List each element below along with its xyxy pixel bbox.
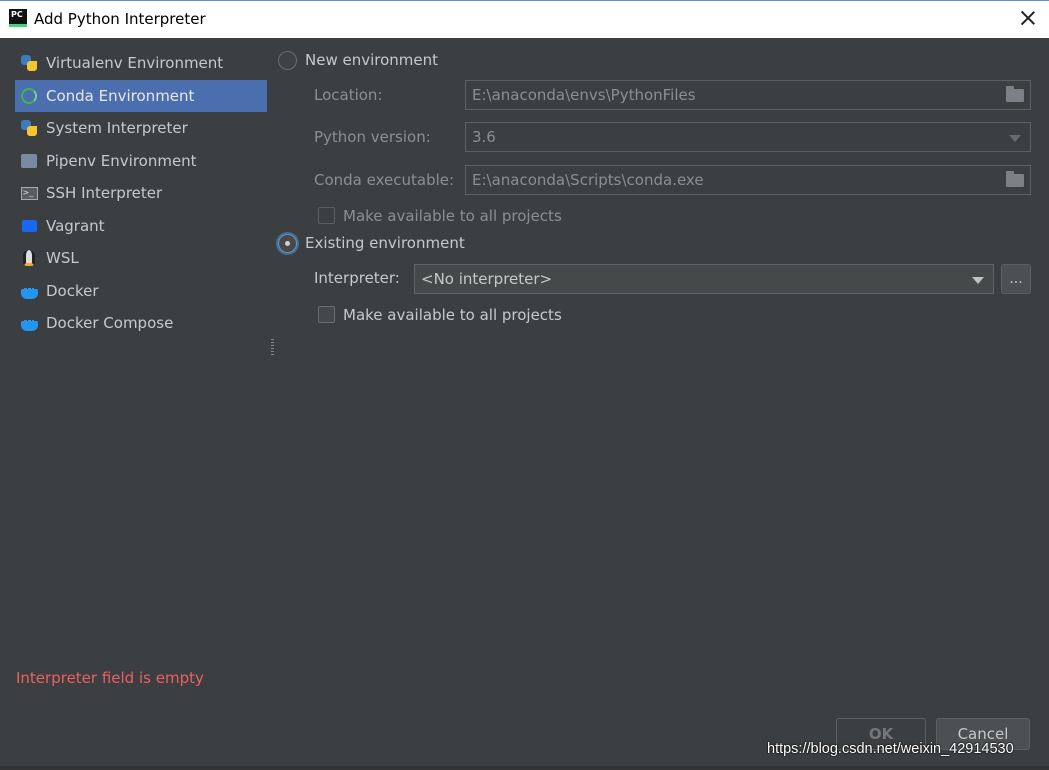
sidebar-item-docker[interactable]: Docker [15,275,267,307]
ssh-icon: >_ [20,184,38,202]
interpreter-value: <No interpreter> [421,270,553,288]
panel-splitter-handle[interactable] [271,339,274,357]
sidebar-item-label: SSH Interpreter [46,184,163,202]
vagrant-icon [20,217,38,235]
existing-env-make-available-checkbox[interactable] [318,306,335,323]
new-env-make-available-label: Make available to all projects [343,207,562,225]
new-environment-radio[interactable] [278,51,297,70]
interpreter-type-list: Virtualenv Environment Conda Environment… [0,39,270,639]
browse-interpreter-button[interactable]: ... [1001,264,1031,294]
title-bar: PC Add Python Interpreter [0,0,1049,38]
sidebar-item-label: Docker [46,282,99,300]
location-value: E:\anaconda\envs\PythonFiles [472,86,696,104]
new-environment-label: New environment [305,51,439,69]
bottom-edge [0,766,1049,770]
conda-executable-label: Conda executable: [314,171,455,189]
python-icon [20,54,38,72]
python-version-label: Python version: [314,128,431,146]
sidebar-item-ssh[interactable]: >_ SSH Interpreter [15,177,267,209]
sidebar-item-label: Vagrant [46,217,105,235]
sidebar-item-pipenv[interactable]: Pipenv Environment [15,145,267,177]
existing-env-make-available-label: Make available to all projects [343,306,562,324]
sidebar-item-label: Docker Compose [46,314,174,332]
sidebar-item-virtualenv[interactable]: Virtualenv Environment [15,47,267,79]
interpreter-select[interactable]: <No interpreter> [414,264,994,294]
sidebar-item-label: Virtualenv Environment [46,54,224,72]
pipenv-icon [20,152,38,170]
sidebar-item-wsl[interactable]: WSL [15,242,267,274]
linux-icon [20,249,38,267]
interpreter-label: Interpreter: [314,269,400,287]
location-label: Location: [314,86,383,104]
folder-icon[interactable] [1006,171,1024,187]
python-version-value: 3.6 [472,128,496,146]
sidebar-item-conda[interactable]: Conda Environment [15,80,267,112]
validation-error-message: Interpreter field is empty [16,669,204,687]
chevron-down-icon [972,277,984,284]
docker-icon [20,282,38,300]
existing-environment-radio[interactable] [278,234,297,253]
dialog-title: Add Python Interpreter [34,10,206,28]
watermark-text: https://blog.csdn.net/weixin_42914530 [767,741,1014,757]
conda-icon [20,87,38,105]
sidebar-item-system-interpreter[interactable]: System Interpreter [15,112,267,144]
pycharm-app-icon: PC [9,9,27,27]
folder-icon[interactable] [1006,86,1024,102]
conda-executable-value: E:\anaconda\Scripts\conda.exe [472,171,704,189]
location-field[interactable]: E:\anaconda\envs\PythonFiles [465,80,1031,110]
docker-icon [20,314,38,332]
python-version-select[interactable]: 3.6 [465,122,1031,152]
sidebar-item-docker-compose[interactable]: Docker Compose [15,307,267,339]
sidebar-item-label: Conda Environment [46,87,195,105]
python-icon [20,119,38,137]
sidebar-item-label: System Interpreter [46,119,188,137]
conda-executable-field[interactable]: E:\anaconda\Scripts\conda.exe [465,165,1031,195]
chevron-down-icon [1009,135,1021,142]
new-env-make-available-checkbox[interactable] [318,207,335,224]
close-icon[interactable] [1017,7,1039,29]
sidebar-item-label: Pipenv Environment [46,152,197,170]
sidebar-item-vagrant[interactable]: Vagrant [15,210,267,242]
existing-environment-label: Existing environment [305,234,465,252]
sidebar-item-label: WSL [46,249,79,267]
